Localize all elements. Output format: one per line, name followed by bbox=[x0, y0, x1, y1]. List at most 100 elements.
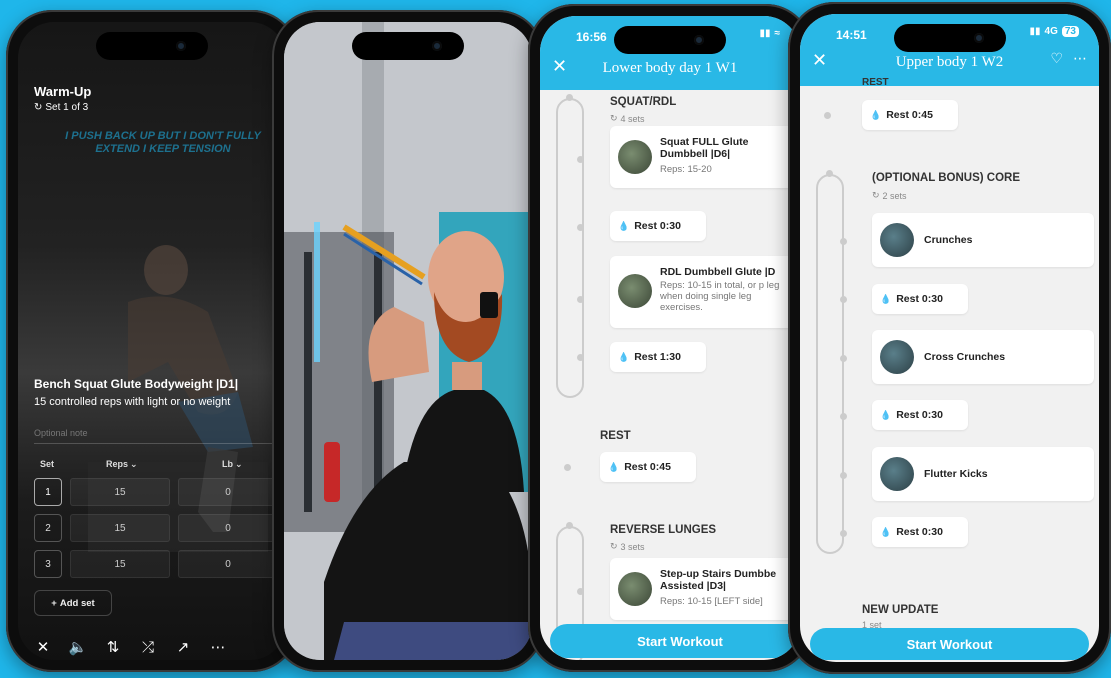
set-number-button[interactable]: 1 bbox=[34, 478, 62, 506]
upper-body-screen: 14:51 ▮▮ 4G 73 ✕ Upper body 1 W2 ♡ ⋯ RES… bbox=[800, 14, 1099, 662]
timeline-dot bbox=[840, 472, 847, 479]
phone-lower-body-workout: 16:56 ▮▮ ≈ ✕ Lower body day 1 W1 SQUAT/R… bbox=[528, 4, 812, 672]
set-number-button[interactable]: 2 bbox=[34, 514, 62, 542]
more-icon[interactable]: ⋯ bbox=[207, 638, 229, 656]
start-workout-button[interactable]: Start Workout bbox=[550, 624, 800, 658]
dynamic-island bbox=[614, 26, 726, 54]
status-time: 14:51 bbox=[836, 28, 867, 42]
weight-cell[interactable]: 0 bbox=[178, 550, 278, 578]
set-row: 2 15 0 bbox=[34, 514, 284, 544]
reps-cell[interactable]: 15 bbox=[70, 550, 170, 578]
exercise-name: RDL Dumbbell Glute |D bbox=[660, 266, 776, 278]
start-workout-button[interactable]: Start Workout bbox=[810, 628, 1089, 660]
section-sets-label: 2 sets bbox=[882, 190, 907, 201]
dynamic-island bbox=[96, 32, 208, 60]
rest-item[interactable]: 💧 Rest 0:30 bbox=[872, 284, 968, 314]
wifi-icon: ≈ bbox=[774, 28, 781, 39]
exercise-name: Flutter Kicks bbox=[924, 468, 988, 480]
exercise-card[interactable]: RDL Dumbbell Glute |D Reps: 10-15 in tot… bbox=[610, 256, 800, 328]
rest-label: Rest 0:30 bbox=[896, 293, 943, 305]
timeline-dot bbox=[840, 296, 847, 303]
col-header-set: Set bbox=[40, 459, 55, 469]
chevron-down-icon: ⌄ bbox=[235, 459, 243, 469]
rest-item[interactable]: 💧 Rest 0:30 bbox=[872, 517, 968, 547]
timeline-dot bbox=[577, 588, 584, 595]
exercise-description: 15 controlled reps with light or no weig… bbox=[34, 396, 231, 408]
rest-label: Rest 0:30 bbox=[896, 526, 943, 538]
workout-player-screen: Warm-Up ↻ Set 1 of 3 I PUSH BACK UP BUT … bbox=[18, 22, 286, 660]
exercise-card[interactable]: Squat FULL Glute Dumbbell |D6| Reps: 15-… bbox=[610, 126, 800, 188]
timeline-dot bbox=[824, 112, 831, 119]
timer-drop-icon: 💧 bbox=[880, 293, 892, 304]
add-set-button[interactable]: + Add set bbox=[34, 590, 112, 616]
exercise-card[interactable]: Cross Crunches bbox=[872, 330, 1094, 384]
timer-drop-icon: 💧 bbox=[608, 461, 620, 472]
close-icon[interactable]: ✕ bbox=[32, 638, 54, 656]
rest-item[interactable]: 💧 Rest 0:30 bbox=[610, 211, 706, 241]
partial-section-title: REST bbox=[862, 78, 889, 86]
dynamic-island bbox=[893, 24, 1006, 52]
reps-cell[interactable]: 15 bbox=[70, 514, 170, 542]
player-controls: ✕ 🔈 ⇅ ⤮ ↗ ⋯ bbox=[32, 638, 282, 657]
phone-upper-body-workout: 14:51 ▮▮ 4G 73 ✕ Upper body 1 W2 ♡ ⋯ RES… bbox=[788, 2, 1111, 674]
more-icon[interactable]: ⋯ bbox=[1073, 50, 1087, 67]
weight-cell[interactable]: 0 bbox=[178, 514, 278, 542]
set-number-button[interactable]: 3 bbox=[34, 550, 62, 578]
heart-icon[interactable]: ♡ bbox=[1050, 50, 1063, 67]
reps-cell[interactable]: 15 bbox=[70, 478, 170, 506]
set-row: 1 15 0 bbox=[34, 478, 284, 508]
rest-item[interactable]: 💧 Rest 1:30 bbox=[610, 342, 706, 372]
rest-label: Rest 0:45 bbox=[886, 109, 933, 121]
superset-connector bbox=[816, 174, 844, 554]
rest-item[interactable]: 💧 Rest 0:45 bbox=[862, 100, 958, 130]
col-header-reps-label: Reps bbox=[106, 459, 129, 469]
chevron-down-icon: ⌄ bbox=[130, 459, 138, 469]
exercise-name: Squat FULL Glute Dumbbell |D6| bbox=[660, 136, 749, 160]
timeline-dot bbox=[840, 355, 847, 362]
shuffle-icon[interactable]: ⤮ bbox=[137, 639, 159, 656]
section-title: NEW UPDATE bbox=[862, 604, 939, 616]
battery-badge: 73 bbox=[1061, 26, 1079, 37]
exercise-reps: Reps: 10-15 [LEFT side] bbox=[660, 596, 763, 607]
repeat-icon: ↻ bbox=[610, 113, 618, 123]
exercise-name: Crunches bbox=[924, 234, 973, 246]
signal-icon: ▮▮ bbox=[1029, 26, 1041, 37]
weight-cell[interactable]: 0 bbox=[178, 478, 278, 506]
section-title: REST bbox=[600, 430, 631, 442]
optional-note-input[interactable]: Optional note bbox=[34, 428, 286, 444]
rest-item[interactable]: 💧 Rest 0:30 bbox=[872, 400, 968, 430]
timeline-dot bbox=[577, 296, 584, 303]
exercise-thumbnail bbox=[880, 457, 914, 491]
section-title: REVERSE LUNGES bbox=[610, 524, 717, 536]
status-icons: ▮▮ 4G 73 bbox=[1030, 26, 1079, 37]
network-type: 4G bbox=[1044, 26, 1058, 37]
repeat-icon: ↻ bbox=[872, 190, 880, 200]
repeat-icon: ↻ bbox=[610, 541, 618, 551]
exercise-card[interactable]: Flutter Kicks bbox=[872, 447, 1094, 501]
col-header-reps[interactable]: Reps ⌄ bbox=[106, 459, 138, 470]
timeline-dot bbox=[577, 354, 584, 361]
exercise-card[interactable]: Step-up Stairs Dumbbe Assisted |D3| Reps… bbox=[610, 558, 800, 620]
set-row: 3 15 0 bbox=[34, 550, 284, 580]
rest-label: Rest 0:45 bbox=[624, 461, 671, 473]
col-header-weight[interactable]: Lb ⌄ bbox=[222, 459, 243, 470]
dynamic-island bbox=[352, 32, 464, 60]
volume-icon[interactable]: 🔈 bbox=[67, 638, 89, 656]
swap-icon[interactable]: ⇅ bbox=[102, 638, 124, 656]
timer-drop-icon: 💧 bbox=[870, 109, 882, 120]
trainer-photo-screen bbox=[284, 22, 532, 660]
timer-drop-icon: 💧 bbox=[880, 409, 892, 420]
exercise-card[interactable]: Crunches bbox=[872, 213, 1094, 267]
phone-workout-player: Warm-Up ↻ Set 1 of 3 I PUSH BACK UP BUT … bbox=[6, 10, 298, 672]
rest-label: Rest 1:30 bbox=[634, 351, 681, 363]
exercise-name: Bench Squat Glute Bodyweight |D1| bbox=[34, 377, 239, 391]
section-title: SQUAT/RDL bbox=[610, 96, 677, 108]
timeline-dot bbox=[840, 238, 847, 245]
lower-body-screen: 16:56 ▮▮ ≈ ✕ Lower body day 1 W1 SQUAT/R… bbox=[540, 16, 800, 660]
rest-item[interactable]: 💧 Rest 0:45 bbox=[600, 452, 696, 482]
workout-title: Lower body day 1 W1 bbox=[602, 60, 738, 76]
repeat-icon: ↻ bbox=[34, 102, 43, 113]
add-set-label: Add set bbox=[59, 597, 95, 609]
section-sets-label: 3 sets bbox=[620, 541, 645, 552]
chart-trend-icon[interactable]: ↗ bbox=[172, 638, 194, 656]
